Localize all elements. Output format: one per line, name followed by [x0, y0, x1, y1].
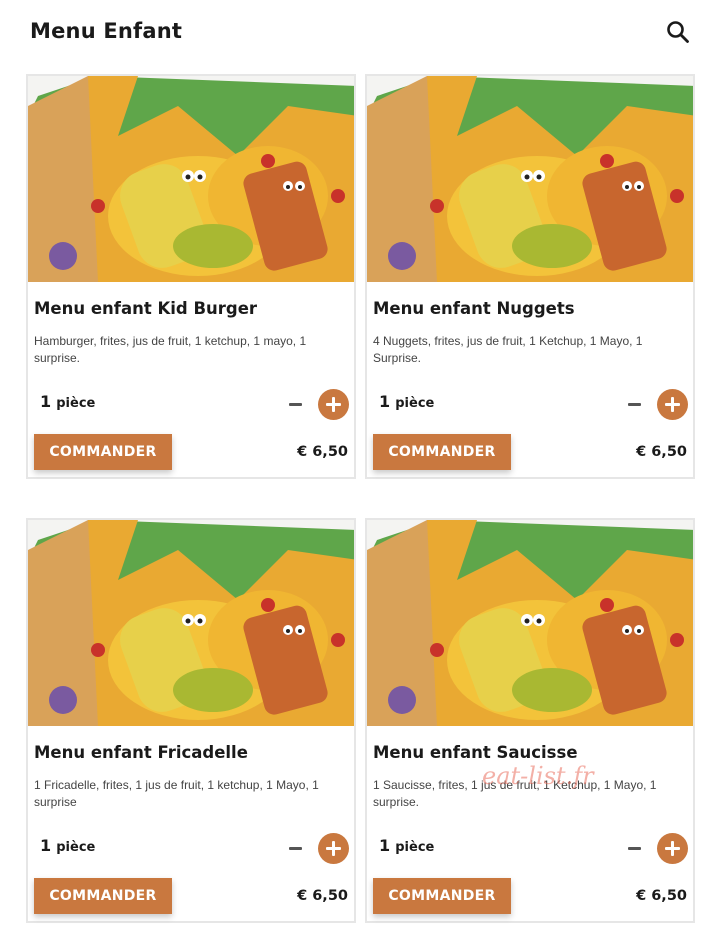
- product-image[interactable]: [28, 520, 354, 726]
- quantity-value: 1: [40, 392, 52, 411]
- decrease-quantity-button[interactable]: [627, 838, 643, 858]
- increase-quantity-button[interactable]: [657, 389, 688, 420]
- quantity-value: 1: [40, 836, 52, 855]
- product-price: € 6,50: [297, 888, 348, 904]
- quantity-unit: pièce: [395, 396, 435, 411]
- decrease-quantity-button[interactable]: [288, 838, 304, 858]
- order-button[interactable]: COMMANDER: [34, 878, 172, 914]
- quantity-display: 1 pièce: [379, 392, 434, 411]
- increase-quantity-button[interactable]: [318, 389, 349, 420]
- product-title: Menu enfant Kid Burger: [34, 299, 258, 318]
- product-price: € 6,50: [636, 444, 687, 460]
- page-header: Menu Enfant: [0, 0, 707, 66]
- quantity-unit: pièce: [56, 396, 96, 411]
- quantity-unit: pièce: [56, 840, 96, 855]
- quantity-display: 1 pièce: [40, 836, 95, 855]
- product-card: Menu enfant Kid Burger Hamburger, frites…: [26, 74, 356, 479]
- product-image[interactable]: [367, 520, 693, 726]
- decrease-quantity-button[interactable]: [288, 394, 304, 414]
- product-image[interactable]: [28, 76, 354, 282]
- order-button[interactable]: COMMANDER: [373, 878, 511, 914]
- product-card: Menu enfant Saucisse 1 Saucisse, frites,…: [365, 518, 695, 923]
- increase-quantity-button[interactable]: [318, 833, 349, 864]
- search-icon[interactable]: [666, 20, 690, 44]
- product-card: Menu enfant Nuggets 4 Nuggets, frites, j…: [365, 74, 695, 479]
- page-title: Menu Enfant: [30, 19, 183, 43]
- quantity-value: 1: [379, 836, 391, 855]
- quantity-unit: pièce: [395, 840, 435, 855]
- product-description: 4 Nuggets, frites, jus de fruit, 1 Ketch…: [373, 334, 643, 365]
- product-card: Menu enfant Fricadelle 1 Fricadelle, fri…: [26, 518, 356, 923]
- order-button[interactable]: COMMANDER: [34, 434, 172, 470]
- product-grid: Menu enfant Kid Burger Hamburger, frites…: [26, 74, 696, 924]
- quantity-display: 1 pièce: [40, 392, 95, 411]
- decrease-quantity-button[interactable]: [627, 394, 643, 414]
- product-price: € 6,50: [297, 444, 348, 460]
- product-title: Menu enfant Saucisse: [373, 743, 578, 762]
- increase-quantity-button[interactable]: [657, 833, 688, 864]
- product-title: Menu enfant Fricadelle: [34, 743, 248, 762]
- product-description: Hamburger, frites, jus de fruit, 1 ketch…: [34, 334, 307, 365]
- quantity-display: 1 pièce: [379, 836, 434, 855]
- product-title: Menu enfant Nuggets: [373, 299, 575, 318]
- product-image[interactable]: [367, 76, 693, 282]
- product-description: 1 Fricadelle, frites, 1 jus de fruit, 1 …: [34, 778, 319, 809]
- product-price: € 6,50: [636, 888, 687, 904]
- quantity-value: 1: [379, 392, 391, 411]
- product-description: 1 Saucisse, frites, 1 jus de fruit, 1 Ke…: [373, 778, 657, 809]
- order-button[interactable]: COMMANDER: [373, 434, 511, 470]
